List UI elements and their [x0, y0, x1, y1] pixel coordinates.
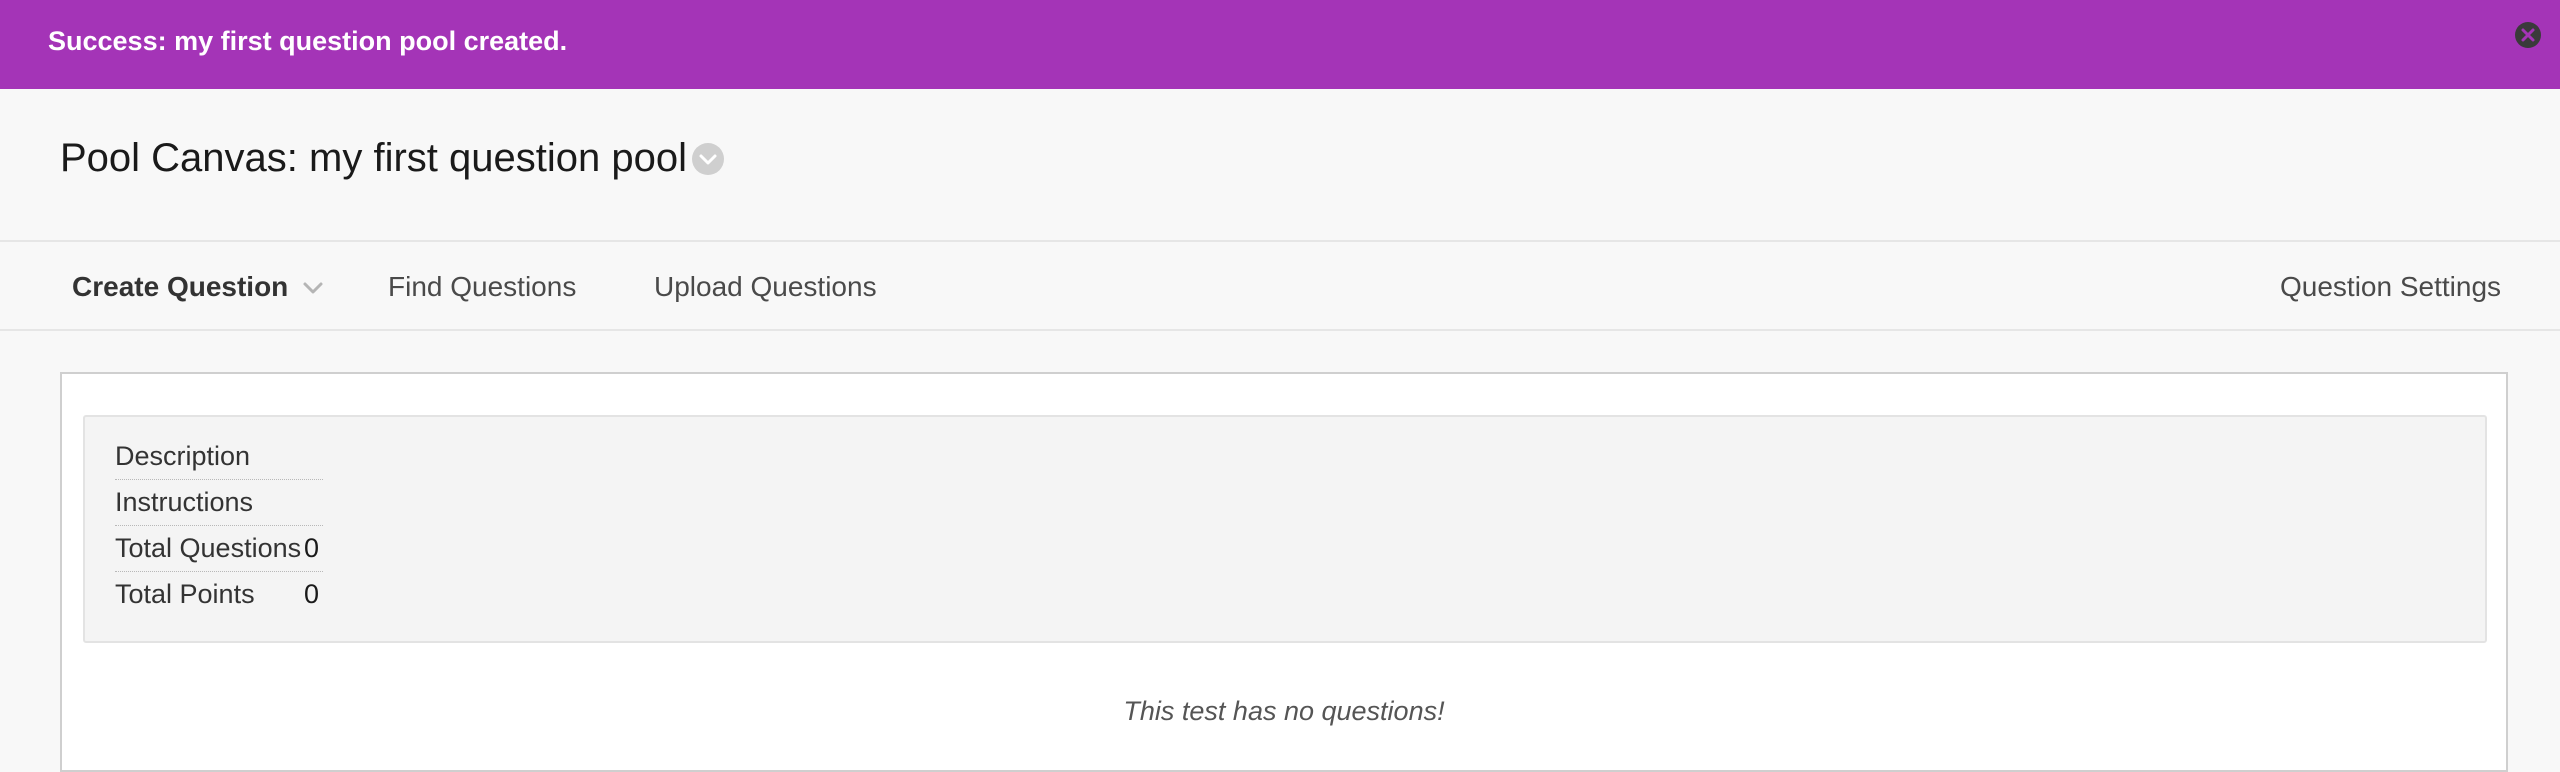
success-message: Success: my first question pool created. — [48, 26, 568, 56]
description-label: Description — [115, 441, 251, 471]
total-points-label: Total Points — [115, 579, 255, 609]
pool-canvas-panel: Description Instructions Total Questions… — [60, 372, 2508, 772]
create-question-button[interactable]: Create Question — [72, 270, 288, 304]
info-row-total-points: Total Points 0 — [115, 572, 323, 618]
total-questions-label: Total Questions — [115, 533, 302, 563]
action-bar: Create Question Find Questions Upload Qu… — [0, 243, 2560, 331]
chevron-down-circle-icon[interactable] — [691, 142, 725, 176]
info-row-total-questions: Total Questions 0 — [115, 526, 323, 572]
question-settings-button[interactable]: Question Settings — [2280, 270, 2501, 304]
info-row-description: Description — [115, 434, 323, 480]
chevron-down-icon[interactable] — [302, 280, 324, 296]
pool-info-box: Description Instructions Total Questions… — [83, 415, 2487, 643]
success-banner: Success: my first question pool created. — [0, 0, 2560, 89]
upload-questions-button[interactable]: Upload Questions — [654, 270, 877, 304]
empty-questions-message: This test has no questions! — [1123, 696, 1445, 726]
page-title: Pool Canvas: my first question pool — [60, 136, 687, 180]
total-questions-value: 0 — [303, 533, 319, 563]
close-icon[interactable] — [2513, 20, 2543, 50]
info-row-instructions: Instructions — [115, 480, 323, 526]
total-points-value: 0 — [303, 579, 319, 609]
instructions-label: Instructions — [115, 487, 254, 517]
page-header: Pool Canvas: my first question pool — [0, 89, 2560, 242]
find-questions-button[interactable]: Find Questions — [388, 270, 576, 304]
